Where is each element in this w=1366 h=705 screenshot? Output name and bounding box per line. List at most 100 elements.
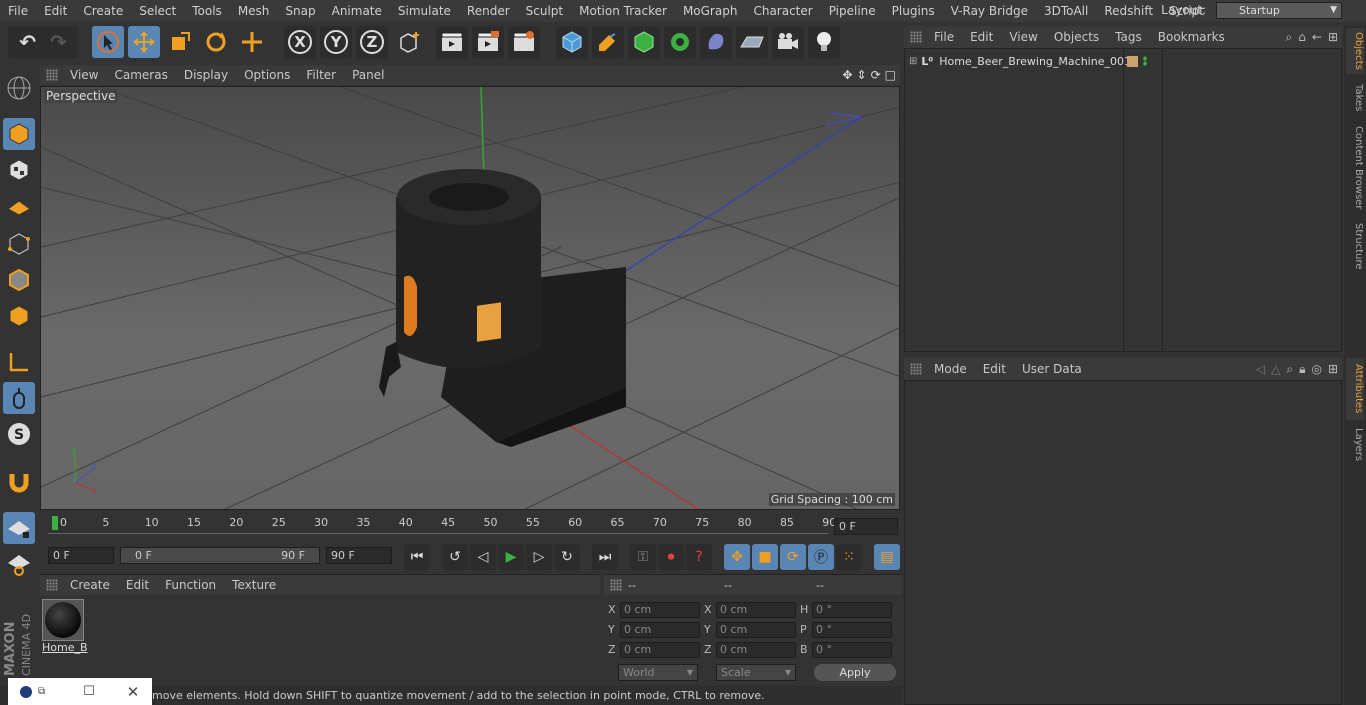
menu-select[interactable]: Select <box>131 4 184 18</box>
object-menu-edit[interactable]: Edit <box>962 30 1001 44</box>
attribute-menu-mode[interactable]: Mode <box>926 362 975 376</box>
object-menu-objects[interactable]: Objects <box>1046 30 1107 44</box>
viewport-menu-display[interactable]: Display <box>176 68 236 82</box>
timeline-ruler[interactable]: 0 5 10 15 20 25 30 35 40 45 50 55 60 65 70 75 80 85 90 0 F <box>40 512 900 536</box>
menu-mesh[interactable]: Mesh <box>230 4 278 18</box>
keyframe-selection-button[interactable]: ? <box>686 544 712 570</box>
tab-objects[interactable]: Objects <box>1346 28 1364 74</box>
next-key-button[interactable]: ↻ <box>554 544 580 570</box>
cube-button[interactable] <box>556 26 588 58</box>
floor-button[interactable] <box>736 26 768 58</box>
object-menu-tags[interactable]: Tags <box>1107 30 1150 44</box>
point-mode-button[interactable] <box>3 228 35 260</box>
target-icon[interactable]: ◎ <box>1311 362 1321 377</box>
menu-v-ray-bridge[interactable]: V-Ray Bridge <box>943 4 1036 18</box>
material-menu-texture[interactable]: Texture <box>224 578 284 592</box>
menu-mograph[interactable]: MoGraph <box>675 4 746 18</box>
rotate-tool-button[interactable] <box>200 26 232 58</box>
deformer-button[interactable] <box>700 26 732 58</box>
coord-value-field[interactable]: 0 cm <box>716 602 796 618</box>
polygon-mode-button[interactable] <box>3 300 35 332</box>
subdivision-button[interactable] <box>628 26 660 58</box>
up-arrow-icon[interactable]: △ <box>1271 362 1280 377</box>
maximize-view-icon[interactable]: □ <box>885 68 896 82</box>
visibility-dots-icon[interactable] <box>1143 56 1147 66</box>
key-position-button[interactable]: ✥ <box>724 544 750 570</box>
material-menu-function[interactable]: Function <box>157 578 224 592</box>
scale-dropdown[interactable]: Scale ▼ <box>716 664 796 681</box>
close-icon[interactable]: ✕ <box>127 683 140 701</box>
coord-value-field[interactable]: 0 cm <box>716 642 796 658</box>
key-parameter-button[interactable]: Ⓟ <box>808 544 834 570</box>
key-scale-button[interactable]: ■ <box>752 544 778 570</box>
redo-icon[interactable]: ↷ <box>50 30 67 54</box>
go-to-end-button[interactable]: ⏭ <box>592 544 618 570</box>
tab-content-browser[interactable]: Content Browser <box>1346 122 1364 214</box>
layer-tag[interactable] <box>1127 55 1138 67</box>
apply-button[interactable]: Apply <box>814 664 896 681</box>
cloner-button[interactable] <box>664 26 696 58</box>
grip-icon[interactable] <box>46 69 58 81</box>
workplane-lock-button[interactable] <box>3 548 35 580</box>
previous-key-button[interactable]: ↺ <box>442 544 468 570</box>
viewport-menu-filter[interactable]: Filter <box>298 68 344 82</box>
live-selection-button[interactable] <box>92 26 124 58</box>
menu-redshift[interactable]: Redshift <box>1096 4 1161 18</box>
lock-icon[interactable]: 🔒︎ <box>1299 362 1305 377</box>
rotate-view-icon[interactable]: ⟳ <box>871 68 881 82</box>
menu-plugins[interactable]: Plugins <box>884 4 943 18</box>
restore-icon[interactable]: ⧉ <box>38 686 45 697</box>
object-row[interactable]: ⊞ L⁰ Home_Beer_Brewing_Machine_001 <box>905 52 1341 70</box>
coordinate-system-button[interactable] <box>393 26 425 58</box>
scale-tool-button[interactable] <box>164 26 196 58</box>
new-window-icon[interactable]: ⊞ <box>1328 30 1338 45</box>
render-view-button[interactable] <box>436 26 468 58</box>
y-axis-button[interactable]: Y <box>320 26 352 58</box>
menu-3dtoall[interactable]: 3DToAll <box>1036 4 1096 18</box>
magnet-button[interactable] <box>3 466 35 498</box>
coord-value-field[interactable]: 0 cm <box>620 642 700 658</box>
previous-frame-button[interactable]: ◁ <box>470 544 496 570</box>
key-rotation-button[interactable]: ⟳ <box>780 544 806 570</box>
viewport-menu-panel[interactable]: Panel <box>344 68 392 82</box>
menu-simulate[interactable]: Simulate <box>390 4 459 18</box>
home-icon[interactable]: ⌂ <box>1298 30 1306 45</box>
coord-value-field[interactable]: 0 cm <box>620 602 700 618</box>
menu-sculpt[interactable]: Sculpt <box>518 4 571 18</box>
expand-icon[interactable]: ⊞ <box>909 56 917 67</box>
object-menu-bookmarks[interactable]: Bookmarks <box>1150 30 1233 44</box>
grip-icon[interactable] <box>910 363 922 375</box>
snap-button[interactable]: S <box>3 418 35 450</box>
x-axis-button[interactable]: X <box>284 26 316 58</box>
undo-icon[interactable]: ↶ <box>19 30 36 54</box>
menu-motion-tracker[interactable]: Motion Tracker <box>571 4 675 18</box>
search-icon[interactable]: ⌕ <box>1286 362 1293 377</box>
pan-view-icon[interactable]: ✥ <box>842 68 852 82</box>
tab-attributes[interactable]: Attributes <box>1346 358 1364 420</box>
workplane-mode-button[interactable] <box>3 190 35 222</box>
dolly-view-icon[interactable]: ⇕ <box>857 68 867 82</box>
move-tool-button[interactable] <box>128 26 160 58</box>
search-icon[interactable]: ⌕ <box>1286 30 1293 45</box>
viewport-perspective[interactable]: y z x Perspective Grid Spacing : 100 cm <box>40 86 900 510</box>
coord-value-field[interactable]: 0 ° <box>812 622 892 638</box>
coord-value-field[interactable]: 0 ° <box>812 602 892 618</box>
workplane-button[interactable] <box>3 72 35 104</box>
transform-tool-button[interactable] <box>236 26 268 58</box>
menu-snap[interactable]: Snap <box>277 4 323 18</box>
tab-structure[interactable]: Structure <box>1346 218 1364 274</box>
coord-value-field[interactable]: 0 ° <box>812 642 892 658</box>
menu-character[interactable]: Character <box>745 4 820 18</box>
coord-value-field[interactable]: 0 cm <box>620 622 700 638</box>
attribute-menu-user-data[interactable]: User Data <box>1014 362 1090 376</box>
current-frame-field[interactable]: 0 F <box>834 518 898 535</box>
menu-render[interactable]: Render <box>459 4 518 18</box>
menu-pipeline[interactable]: Pipeline <box>821 4 884 18</box>
viewport-menu-view[interactable]: View <box>62 68 106 82</box>
key-pla-button[interactable]: ⁙ <box>836 544 862 570</box>
model-mode-button[interactable] <box>3 118 35 150</box>
render-picture-viewer-button[interactable] <box>472 26 504 58</box>
maximize-icon[interactable]: ☐ <box>83 684 95 699</box>
layout-select[interactable]: Startup ▼ <box>1216 2 1342 19</box>
grip-icon[interactable] <box>610 579 622 591</box>
